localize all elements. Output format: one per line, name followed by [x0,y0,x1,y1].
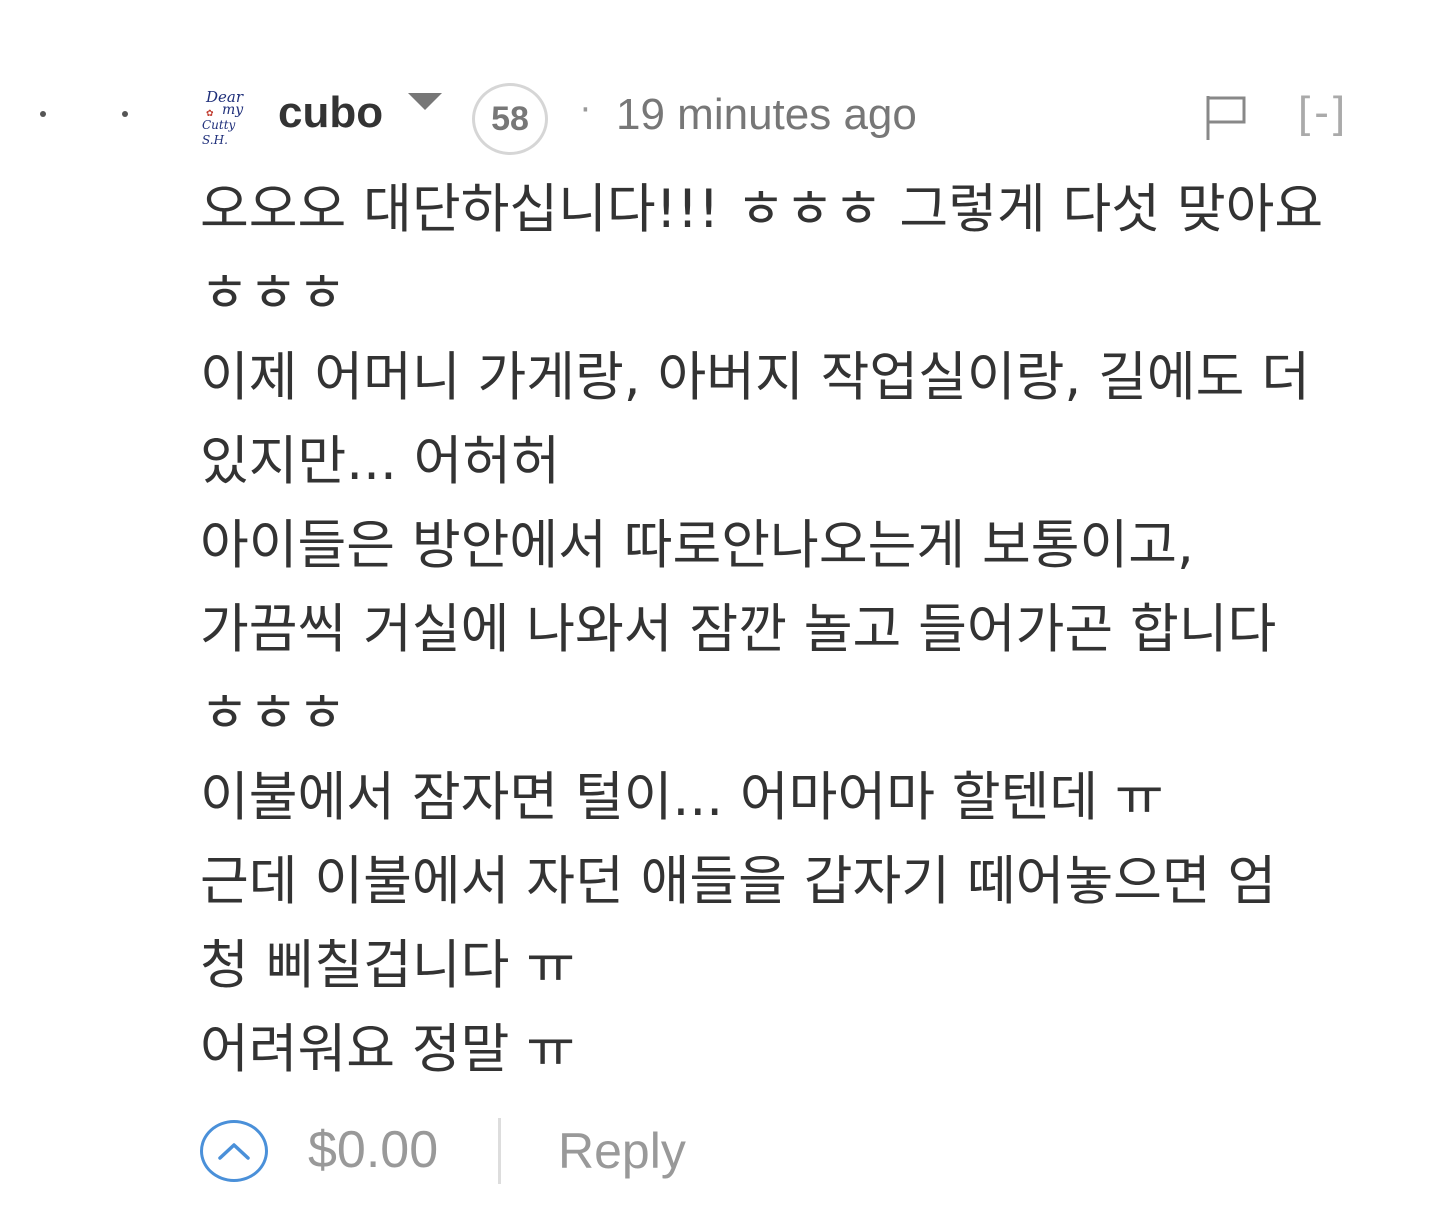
thread-dot [40,111,46,117]
comment-line: ㅎㅎㅎ [200,683,347,744]
footer-divider [498,1118,501,1184]
comment-line: 가끔씩 거실에 나와서 잠깐 놀고 들어가곤 합니다 [200,599,1277,660]
comment-line: 이불에서 잠자면 털이... 어마어마 할텐데 ㅠ [200,767,1164,828]
comment-line: ㅎㅎㅎ [200,263,347,324]
upvote-chevron-icon [218,1143,250,1160]
comment-line: 이제 어머니 가게랑, 아버지 작업실이랑, 길에도 더 [200,347,1310,408]
comment-line: 있지만... 어허허 [200,431,560,492]
reputation-badge: 58 [472,83,548,155]
timestamp[interactable]: 19 minutes ago [616,90,917,140]
comment-line: 근데 이불에서 자던 애들을 갑자기 떼어놓으면 엄 [200,851,1277,912]
author-name[interactable]: cubo [278,88,383,138]
flag-icon[interactable] [1204,94,1250,142]
author-menu-caret-icon[interactable] [408,93,442,110]
comment: Dear ✿ my Cutty S.H. cubo 58 · 19 minute… [200,80,1410,1092]
collapse-toggle[interactable]: [-] [1298,88,1349,138]
reply-button[interactable]: Reply [558,1122,686,1180]
comment-line: 어려워요 정말 ㅠ [200,1019,576,1080]
comment-line: 아이들은 방안에서 따로안나오는게 보통이고, [200,515,1194,576]
comment-line: 청 삐칠겁니다 ㅠ [200,935,576,996]
comment-header: Dear ✿ my Cutty S.H. cubo 58 · 19 minute… [200,80,1410,160]
upvote-button[interactable] [200,1120,268,1182]
avatar[interactable]: Dear ✿ my Cutty S.H. [200,88,262,148]
comment-line: 오오오 대단하십니다!!! ㅎㅎㅎ 그렇게 다섯 맞아요 [200,179,1324,240]
comment-footer: $0.00 Reply [200,1116,1100,1186]
comment-body: 오오오 대단하십니다!!! ㅎㅎㅎ 그렇게 다섯 맞아요 ㅎㅎㅎ 이제 어머니 … [200,168,1410,1092]
thread-dot [122,111,128,117]
payout-amount[interactable]: $0.00 [308,1120,438,1180]
separator: · [580,90,591,130]
